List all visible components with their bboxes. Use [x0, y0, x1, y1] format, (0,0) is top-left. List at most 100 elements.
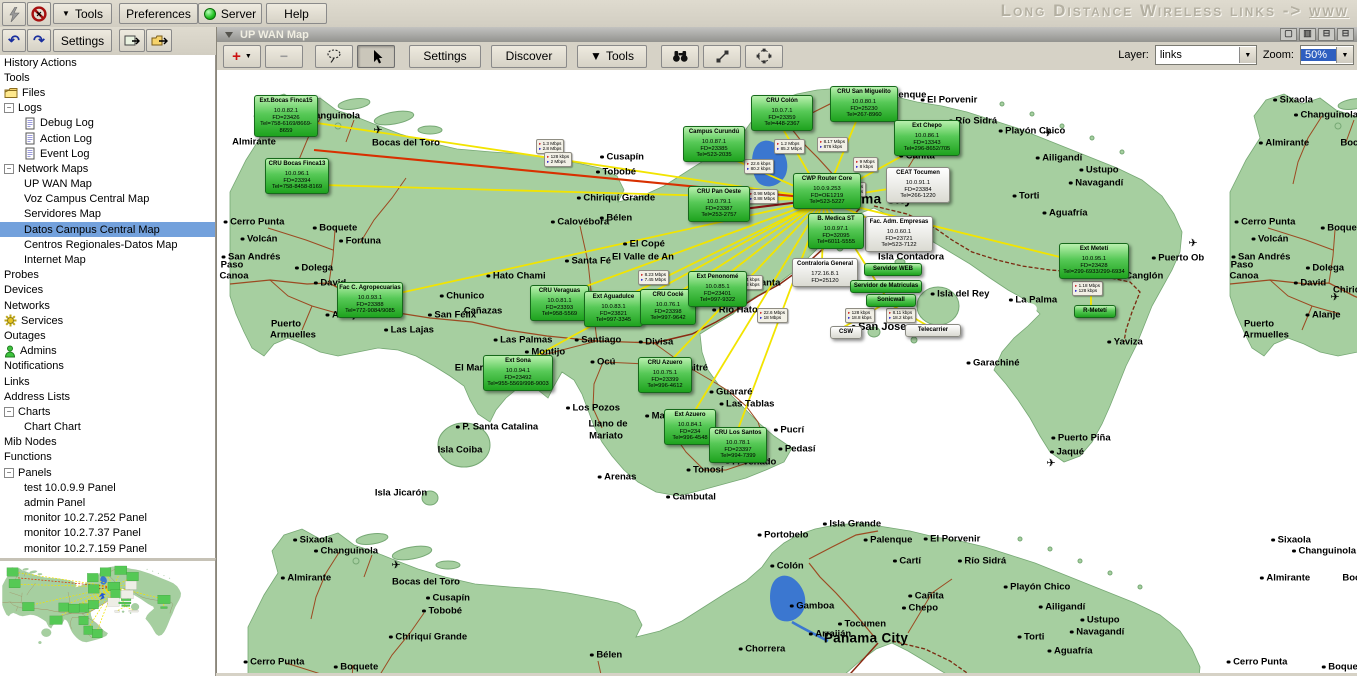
sidebar-item-mib-nodes[interactable]: Mib Nodes	[0, 435, 215, 450]
map-node-fac-c-agropecuarias[interactable]: Fac C. Agropecuarias10.0.93.1FD=23388Tel…	[337, 282, 403, 318]
map-node-servidor-de-matriculas[interactable]: Servidor de Matriculas	[850, 280, 922, 293]
connect-button[interactable]	[2, 2, 26, 26]
collapse-triangle-icon[interactable]	[225, 32, 233, 38]
overview-minimap[interactable]	[0, 558, 216, 676]
sidebar-item-test-10-0-9-9-panel[interactable]: test 10.0.9.9 Panel	[0, 480, 215, 495]
map-pane-titlebar[interactable]: UP WAN Map ▢ ▥ ⊟ ⊟	[217, 27, 1357, 42]
map-node-cru-col-n[interactable]: CRU Colón10.0.7.1FD=23359Tel=448-2367	[751, 95, 813, 131]
map-node-telecarrier[interactable]: Telecarrier	[905, 324, 961, 337]
sidebar-item-voz-campus-central-map[interactable]: Voz Campus Central Map	[0, 192, 215, 207]
map-node-cru-pan-oeste[interactable]: CRU Pan Oeste10.0.79.1FD=23387Tel=253-27…	[688, 186, 750, 222]
settings-button[interactable]: Settings	[53, 29, 112, 52]
undo-button[interactable]: ↶	[2, 29, 26, 52]
map-node-cru-azuero[interactable]: CRU Azuero10.0.75.1FD=23399Tel=996-4612	[638, 357, 692, 393]
collapse-box-icon[interactable]: −	[4, 103, 14, 113]
map-node-csw[interactable]: CSW	[830, 326, 862, 339]
sidebar-item-admin-panel[interactable]: admin Panel	[0, 495, 215, 510]
discover-button[interactable]: Discover	[491, 45, 567, 68]
sidebar-item-tools[interactable]: Tools	[0, 70, 215, 85]
banner-www-link[interactable]: www	[1309, 1, 1349, 20]
network-map-canvas[interactable]: ChanguinolaAlmiranteBocas del ToroCusapí…	[217, 70, 1357, 673]
sidebar-item-servidores-map[interactable]: Servidores Map	[0, 207, 215, 222]
collapse-box-icon[interactable]: −	[4, 468, 14, 478]
minimap-node	[100, 568, 111, 577]
lasso-tool-button[interactable]	[315, 45, 353, 68]
chevron-down-icon[interactable]: ▼	[1336, 47, 1353, 63]
map-node-b-medica-st[interactable]: B. Medica ST10.0.97.1FD=32095Tel=6011-55…	[808, 213, 864, 249]
map-node-cru-bocas-finca13[interactable]: CRU Bocas Finca1310.0.96.1FD=23394Tel=75…	[265, 158, 329, 194]
help-button[interactable]: Help	[266, 3, 327, 24]
layer-combo[interactable]: links ▼	[1155, 45, 1257, 65]
sidebar-item-charts[interactable]: −Charts	[0, 404, 215, 419]
sidebar-item-networks[interactable]: Networks	[0, 298, 215, 313]
redo-button[interactable]: ↷	[27, 29, 51, 52]
map-node-ext-metet-[interactable]: Ext Metetí10.0.95.1FD=23428Tel=299-6933/…	[1059, 243, 1129, 279]
sidebar-item-monitor-10-2-7-159-panel[interactable]: monitor 10.2.7.159 Panel	[0, 541, 215, 556]
sidebar-item-centros-regionales-datos-map[interactable]: Centros Regionales-Datos Map	[0, 237, 215, 252]
window-layout-button-4[interactable]: ⊟	[1337, 28, 1354, 41]
map-node-ext-bocas-finca15[interactable]: Ext.Bocas Finca1510.0.82.1FD=23426Tel=75…	[254, 95, 318, 137]
window-layout-button-2[interactable]: ▥	[1299, 28, 1316, 41]
sidebar-item-event-log[interactable]: Event Log	[0, 146, 215, 161]
sidebar-item-links[interactable]: Links	[0, 374, 215, 389]
collapse-box-icon[interactable]: −	[4, 407, 14, 417]
sidebar-item-outages[interactable]: Outages	[0, 328, 215, 343]
sidebar-item-files[interactable]: Files	[0, 85, 215, 100]
map-settings-button[interactable]: Settings	[409, 45, 481, 68]
chevron-down-icon[interactable]: ▼	[1239, 47, 1256, 63]
auto-layout-button[interactable]	[745, 45, 783, 68]
map-node-servidor-web[interactable]: Servidor WEB	[864, 263, 922, 276]
import-button[interactable]	[146, 29, 172, 52]
collapse-box-icon[interactable]: −	[4, 164, 14, 174]
sidebar-item-action-log[interactable]: Action Log	[0, 131, 215, 146]
sidebar-item-history-actions[interactable]: History Actions	[0, 55, 215, 70]
server-button[interactable]: Server	[198, 3, 262, 24]
sidebar-item-admins[interactable]: Admins	[0, 344, 215, 359]
remove-element-button[interactable]: −	[265, 45, 303, 68]
sidebar-item-panels[interactable]: −Panels	[0, 465, 215, 480]
sidebar-item-debug-log[interactable]: Debug Log	[0, 116, 215, 131]
map-node-cru-veraguas[interactable]: CRU Veraguas10.0.81.1FD=23393Tel=958-556…	[530, 285, 589, 321]
sidebar-item-logs[interactable]: −Logs	[0, 101, 215, 116]
export-button[interactable]	[119, 29, 145, 52]
sidebar-item-functions[interactable]: Functions	[0, 450, 215, 465]
sidebar-item-probes[interactable]: Probes	[0, 268, 215, 283]
map-node-cru-los-santos[interactable]: CRU Los Santos10.0.78.1FD=23397Tel=994-7…	[709, 427, 767, 463]
sidebar-item-services[interactable]: Services	[0, 313, 215, 328]
sidebar-item-notifications[interactable]: Notifications	[0, 359, 215, 374]
map-node-campus-curund-[interactable]: Campus Curundú10.0.87.1FD=23385Tel=523-2…	[683, 126, 745, 162]
map-node-cwp-router-core[interactable]: CWP Router Core10.0.9.253FD=OE1219Tel=52…	[793, 173, 861, 209]
sidebar-item-chart-chart[interactable]: Chart Chart	[0, 420, 215, 435]
map-node-cru-san-miguelito[interactable]: CRU San Miguelito10.0.80.1FD=25230Tel=26…	[830, 86, 898, 122]
find-button[interactable]	[661, 45, 699, 68]
sidebar-item-monitor-10-2-7-252-panel[interactable]: monitor 10.2.7.252 Panel	[0, 511, 215, 526]
zoom-combo[interactable]: 50% ▼	[1300, 45, 1354, 65]
map-tools-button[interactable]: ▼ Tools	[577, 45, 647, 68]
sidebar-item-up-wan-map[interactable]: UP WAN Map	[0, 177, 215, 192]
add-element-button[interactable]: + ▼	[223, 45, 261, 68]
sidebar-item-datos-campus-central-map[interactable]: Datos Campus Central Map	[0, 222, 215, 237]
map-node-ext-sona[interactable]: Ext Sona10.0.94.1FD=23492Tel=955-5569/99…	[483, 355, 553, 391]
window-layout-button-1[interactable]: ▢	[1280, 28, 1297, 41]
sidebar-item-devices[interactable]: Devices	[0, 283, 215, 298]
tools-menu-button[interactable]: ▼ Tools	[53, 3, 112, 24]
sidebar-item-monitor-10-2-7-37-panel[interactable]: monitor 10.2.7.37 Panel	[0, 526, 215, 541]
sidebar-item-address-lists[interactable]: Address Lists	[0, 389, 215, 404]
disconnect-button[interactable]	[27, 2, 51, 26]
map-node-ext-aguadulce[interactable]: Ext Aguadulce10.0.83.1FD=23821Tel=997-33…	[584, 291, 643, 327]
map-node-r-metet-[interactable]: R-Metetí	[1074, 305, 1116, 318]
town-dot-icon	[1042, 211, 1046, 215]
map-node-ext-penonom-[interactable]: Ext Penonomé10.0.85.1FD=23401Tel=997-932…	[688, 271, 747, 307]
map-node-sonicwall[interactable]: Sonicwall	[866, 294, 916, 307]
map-node-ext-chepo[interactable]: Ext Chepo10.0.86.1FD=13343Tel=296-8652/7…	[894, 120, 960, 156]
window-layout-button-3[interactable]: ⊟	[1318, 28, 1335, 41]
map-node-contraloria-general[interactable]: Contraloria General172.16.8.1FD=25120	[792, 258, 858, 287]
sidebar-item-internet-map[interactable]: Internet Map	[0, 252, 215, 267]
map-node-fac-adm-empresas[interactable]: Fac. Adm. Empresas10.0.60.1FD=23721Tel=5…	[865, 216, 933, 252]
link-mode-button[interactable]	[703, 45, 741, 68]
sidebar-item-label: Centros Regionales-Datos Map	[24, 239, 177, 251]
select-tool-button[interactable]	[357, 45, 395, 68]
sidebar-item-network-maps[interactable]: −Network Maps	[0, 161, 215, 176]
map-node-ceat-tocumen[interactable]: CEAT Tocumen10.0.91.1FD=23384Tel=266-122…	[886, 167, 950, 203]
preferences-button[interactable]: Preferences	[119, 3, 198, 24]
